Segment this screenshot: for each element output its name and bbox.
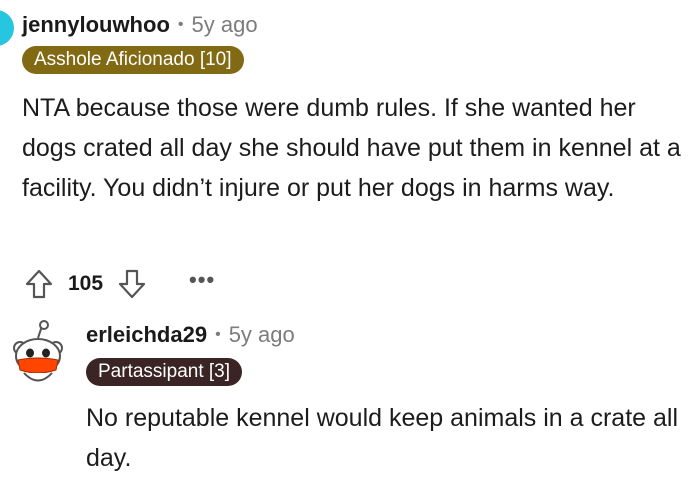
separator-dot: • [177, 16, 184, 33]
comment-body: No reputable kennel would keep animals i… [86, 404, 679, 472]
flair-label: Asshole Aficionado [10] [34, 49, 232, 70]
vote-score: 105 [68, 272, 104, 295]
more-options-button[interactable]: ••• [189, 269, 215, 298]
avatar[interactable] [0, 10, 14, 46]
username-link[interactable]: jennylouwhoo [22, 12, 170, 38]
flair-label: Partassipant [3] [98, 361, 231, 382]
upvote-arrow-icon[interactable] [22, 267, 56, 301]
separator-dot: • [215, 326, 221, 343]
comment-body: NTA because those were dumb rules. If sh… [22, 94, 681, 202]
comment-header: erleichda29 • 5y ago [86, 318, 295, 352]
user-flair: Partassipant [3] [86, 358, 243, 386]
comment-age: 5y ago [191, 12, 258, 37]
comment-actions: 105 ••• [22, 264, 215, 304]
user-flair: Asshole Aficionado [10] [22, 46, 244, 74]
comment-thread: jennylouwhoo • 5y ago Asshole Aficionado… [0, 0, 700, 494]
comment-age: 5y ago [228, 322, 295, 347]
comment-header: jennylouwhoo • 5y ago [22, 8, 258, 42]
snoo-avatar-icon[interactable] [6, 318, 70, 386]
downvote-arrow-icon[interactable] [115, 267, 149, 301]
username-link[interactable]: erleichda29 [86, 322, 207, 348]
